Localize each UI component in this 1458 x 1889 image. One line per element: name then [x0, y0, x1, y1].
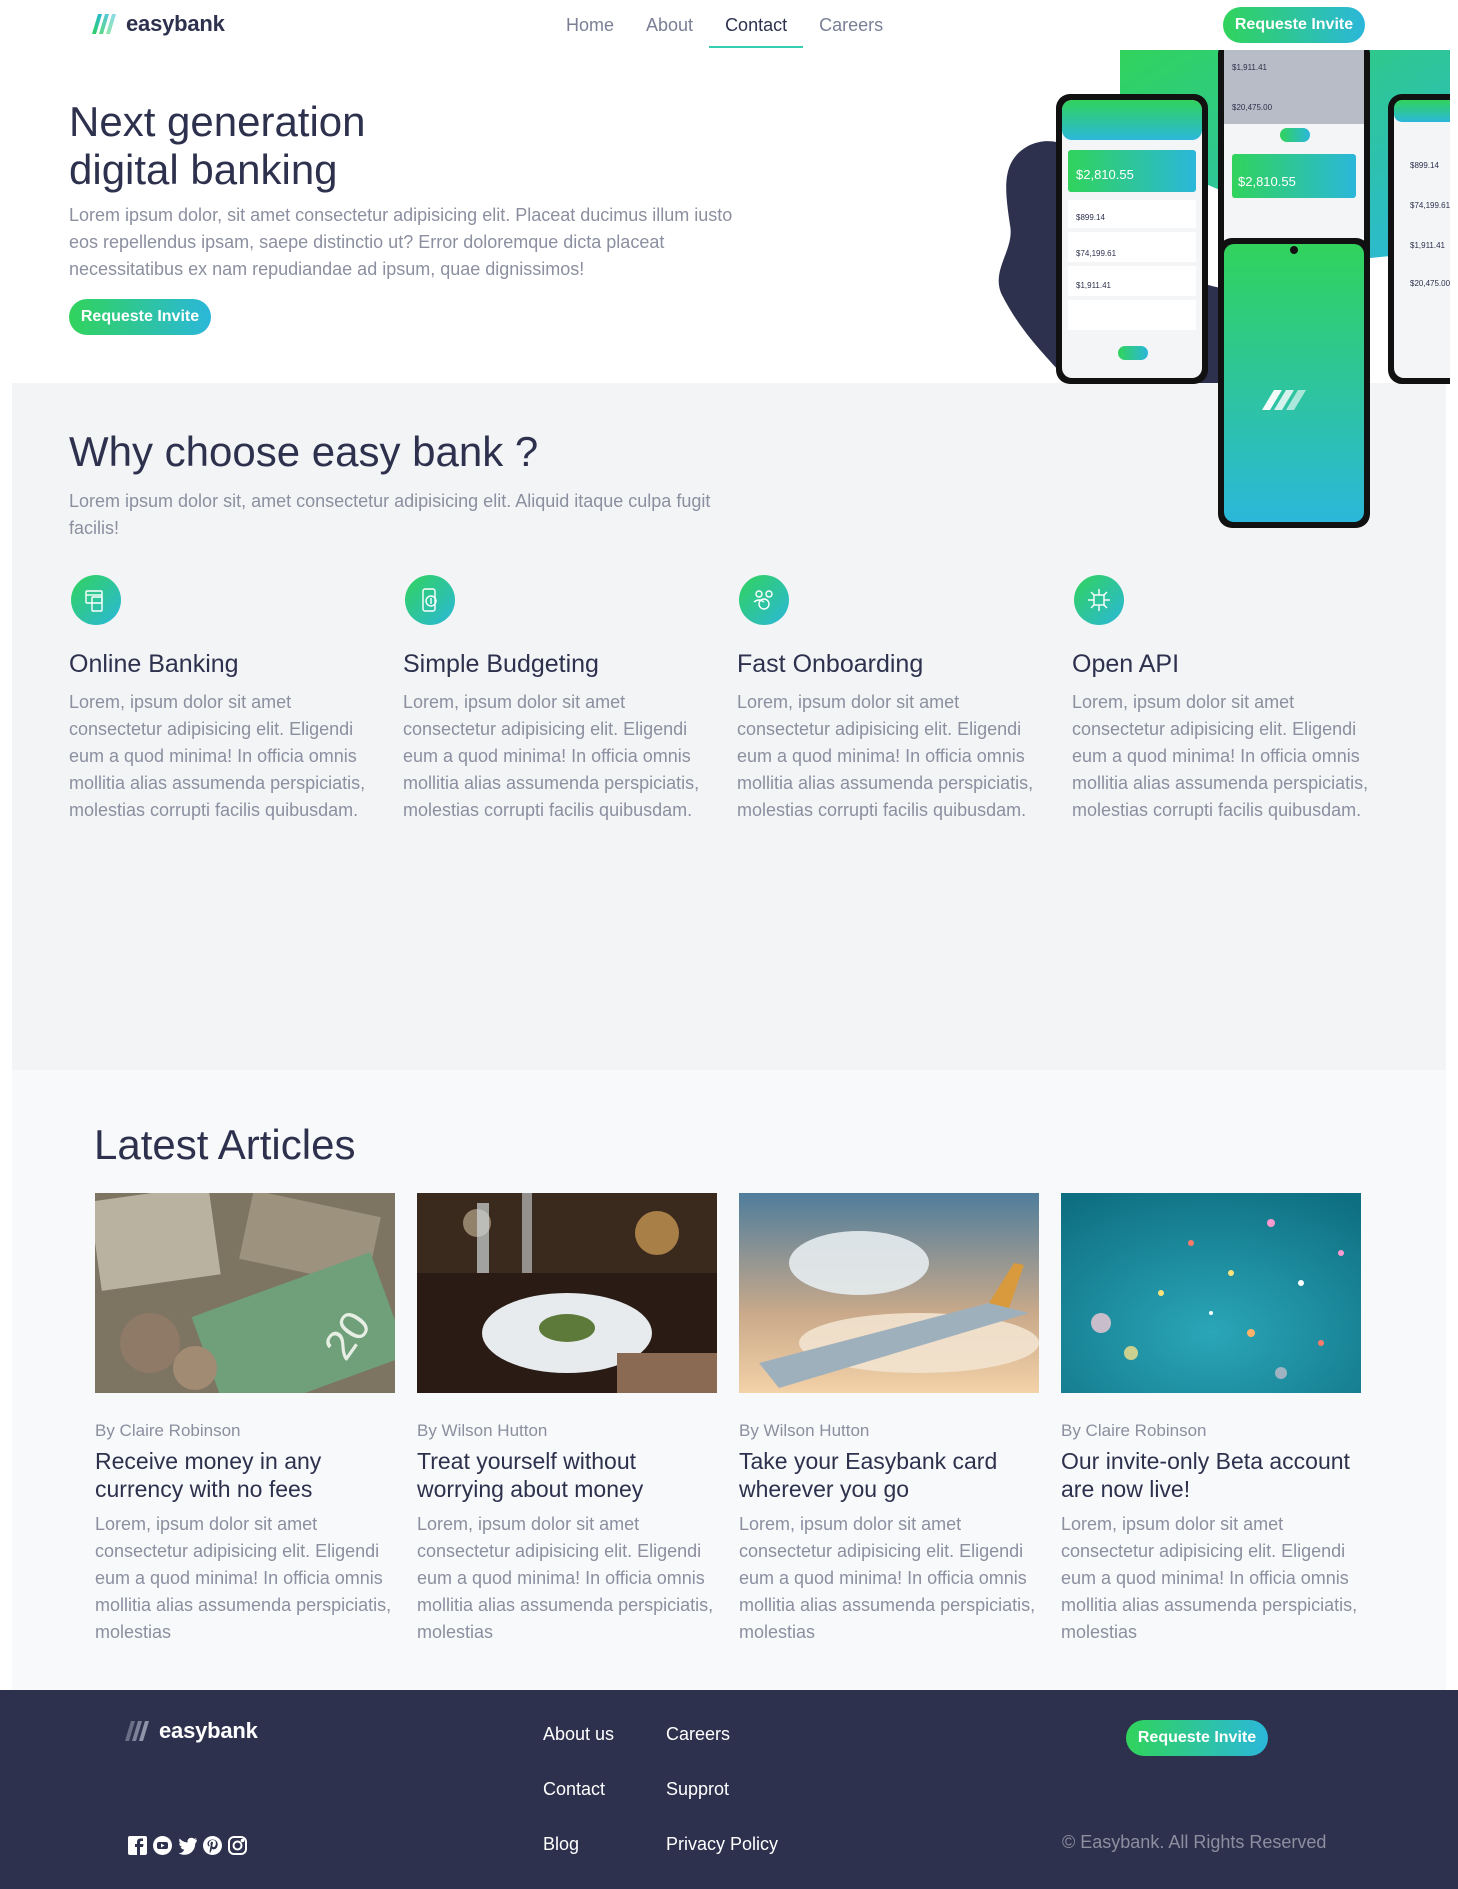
main-nav: Home About Contact Careers	[550, 0, 899, 50]
footer-link-privacy[interactable]: Privacy Policy	[666, 1834, 778, 1855]
hero-title-line1: Next generation	[69, 98, 366, 145]
article-excerpt: Lorem, ipsum dolor sit amet consectetur …	[417, 1514, 714, 1642]
article-excerpt: Lorem, ipsum dolor sit amet consectetur …	[739, 1514, 1036, 1642]
phone-balance: $2,810.55	[1076, 167, 1134, 182]
api-icon	[1074, 575, 1124, 625]
svg-text:$20,475.00: $20,475.00	[1232, 103, 1273, 112]
phone-top: $1,911.41 $20,475.00 $2,810.55	[1218, 50, 1370, 270]
confetti-image	[1061, 1193, 1361, 1393]
feature-text: Lorem, ipsum dolor sit amet consectetur …	[403, 692, 700, 820]
article-card[interactable]: By Wilson Hutton Treat yourself without …	[417, 1193, 717, 1646]
why-description: Lorem ipsum dolor sit, amet consectetur …	[69, 491, 711, 538]
why-title: Why choose easy bank ?	[69, 428, 539, 475]
feature-text: Lorem, ipsum dolor sit amet consectetur …	[69, 692, 366, 820]
currency-image: 20	[95, 1193, 395, 1393]
article-title[interactable]: Treat yourself without worrying about mo…	[417, 1447, 717, 1503]
feature-text: Lorem, ipsum dolor sit amet consectetur …	[737, 692, 1034, 820]
feature-online-banking: Online Banking Lorem, ipsum dolor sit am…	[69, 575, 399, 824]
svg-text:$1,911.41: $1,911.41	[1410, 241, 1446, 250]
article-title[interactable]: Receive money in any currency with no fe…	[95, 1447, 395, 1503]
phone-right: $899.14 $74,199.61 $1,911.41 $20,475.00	[1388, 94, 1450, 384]
svg-text:$2,810.55: $2,810.55	[1238, 174, 1296, 189]
footer-link-about[interactable]: About us	[543, 1724, 614, 1745]
svg-text:$74,199.61: $74,199.61	[1410, 201, 1450, 210]
svg-text:$899.14: $899.14	[1076, 213, 1105, 222]
article-card[interactable]: 20 By Claire Robinson Receive money in a…	[95, 1193, 395, 1646]
twitter-icon[interactable]	[177, 1835, 198, 1856]
hero-description: Lorem ipsum dolor, sit amet consectetur …	[69, 205, 733, 279]
footer-logo[interactable]: easybank	[125, 1718, 258, 1744]
article-title[interactable]: Our invite-only Beta account are now liv…	[1061, 1447, 1361, 1503]
instagram-icon[interactable]	[227, 1835, 248, 1856]
feature-open-api: Open API Lorem, ipsum dolor sit amet con…	[1072, 575, 1402, 824]
facebook-icon[interactable]	[127, 1835, 148, 1856]
youtube-icon[interactable]	[152, 1835, 173, 1856]
pinterest-icon[interactable]	[202, 1835, 223, 1856]
phone-front	[1218, 238, 1370, 528]
online-banking-icon	[71, 575, 121, 625]
feature-text: Lorem, ipsum dolor sit amet consectetur …	[1072, 692, 1369, 820]
svg-text:$1,911.41: $1,911.41	[1076, 281, 1112, 290]
feature-simple-budgeting: Simple Budgeting Lorem, ipsum dolor sit …	[403, 575, 733, 824]
article-author: By Claire Robinson	[1061, 1421, 1207, 1440]
article-title[interactable]: Take your Easybank card wherever you go	[739, 1447, 1039, 1503]
svg-text:$20,475.00: $20,475.00	[1410, 279, 1450, 288]
feature-title: Fast Onboarding	[737, 650, 924, 678]
phone-mockups-illustration: $2,810.55 $899.14 $74,199.61 $1,911.41 $…	[998, 50, 1450, 528]
site-header: easybank Home About Contact Careers Requ…	[0, 0, 1458, 50]
nav-home[interactable]: Home	[550, 0, 630, 48]
footer-link-support[interactable]: Supprot	[666, 1779, 729, 1800]
footer-link-contact[interactable]: Contact	[543, 1779, 605, 1800]
hero-title-line2: digital banking	[69, 146, 338, 193]
restaurant-image	[417, 1193, 717, 1393]
feature-fast-onboarding: Fast Onboarding Lorem, ipsum dolor sit a…	[737, 575, 1067, 824]
article-excerpt: Lorem, ipsum dolor sit amet consectetur …	[95, 1514, 392, 1642]
feature-title: Open API	[1072, 650, 1180, 678]
article-author: By Claire Robinson	[95, 1421, 241, 1440]
hero-title: Next generation digital banking	[69, 98, 589, 194]
nav-about[interactable]: About	[630, 0, 709, 48]
hero-request-invite-button[interactable]: Requeste Invite	[69, 299, 211, 335]
footer-request-invite-button[interactable]: Requeste Invite	[1126, 1720, 1268, 1756]
feature-title: Simple Budgeting	[403, 650, 599, 678]
footer-link-careers[interactable]: Careers	[666, 1724, 730, 1745]
phone-left: $2,810.55 $899.14 $74,199.61 $1,911.41	[1056, 94, 1208, 384]
footer-link-blog[interactable]: Blog	[543, 1834, 579, 1855]
svg-text:$74,199.61: $74,199.61	[1076, 249, 1117, 258]
copyright: © Easybank. All Rights Reserved	[1062, 1832, 1327, 1852]
feature-title: Online Banking	[69, 650, 239, 678]
article-author: By Wilson Hutton	[739, 1421, 870, 1440]
brand-logo[interactable]: easybank	[92, 11, 225, 37]
articles-title: Latest Articles	[94, 1121, 356, 1168]
plane-image	[739, 1193, 1039, 1393]
svg-text:$1,911.41: $1,911.41	[1232, 63, 1268, 72]
social-links	[127, 1835, 248, 1856]
onboarding-icon	[739, 575, 789, 625]
brand-name: easybank	[159, 1718, 258, 1743]
article-card[interactable]: By Claire Robinson Our invite-only Beta …	[1061, 1193, 1361, 1646]
logo-mark-icon	[92, 14, 116, 34]
svg-text:$899.14: $899.14	[1410, 161, 1439, 170]
brand-name: easybank	[126, 11, 225, 36]
logo-mark-icon	[125, 1721, 149, 1741]
request-invite-button[interactable]: Requeste Invite	[1223, 7, 1365, 43]
budgeting-icon	[405, 575, 455, 625]
article-author: By Wilson Hutton	[417, 1421, 548, 1440]
nav-careers[interactable]: Careers	[803, 0, 899, 48]
article-excerpt: Lorem, ipsum dolor sit amet consectetur …	[1061, 1514, 1358, 1642]
article-card[interactable]: By Wilson Hutton Take your Easybank card…	[739, 1193, 1039, 1646]
nav-contact[interactable]: Contact	[709, 0, 804, 48]
